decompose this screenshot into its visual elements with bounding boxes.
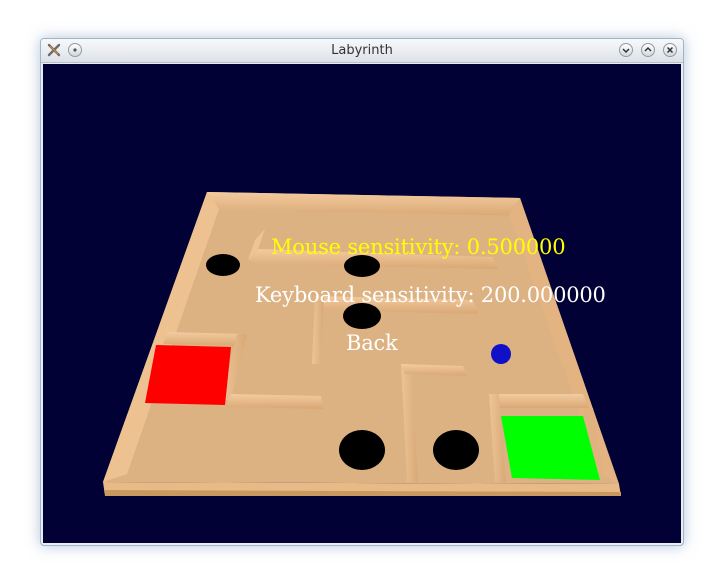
chevron-up-icon — [644, 46, 652, 52]
hole — [206, 254, 240, 276]
inner-wall-lower-horizontal — [225, 394, 323, 409]
window-title: Labyrinth — [331, 43, 393, 58]
close-button[interactable] — [663, 43, 677, 57]
maximize-button[interactable] — [641, 43, 655, 57]
keyboard-sensitivity-option[interactable]: Keyboard sensitivity: 200.000000 — [255, 283, 606, 307]
start-pad — [145, 345, 231, 405]
game-viewport[interactable]: Mouse sensitivity: 0.500000 Keyboard sen… — [43, 64, 681, 543]
hole — [339, 430, 385, 470]
chevron-down-icon — [622, 48, 630, 54]
mouse-sensitivity-option[interactable]: Mouse sensitivity: 0.500000 — [271, 235, 566, 259]
close-icon — [666, 46, 674, 54]
goal-pad — [501, 416, 600, 480]
game-window: Labyrinth Mouse sensitivity: 0.500000 Ke… — [40, 38, 684, 546]
hole — [433, 430, 479, 470]
title-bar[interactable]: Labyrinth — [41, 39, 683, 63]
inner-wall-right-horizontal — [491, 394, 589, 408]
minimize-button[interactable] — [619, 43, 633, 57]
player-ball — [491, 344, 511, 364]
back-option[interactable]: Back — [346, 331, 398, 355]
inner-wall-left-box-top — [163, 332, 245, 346]
